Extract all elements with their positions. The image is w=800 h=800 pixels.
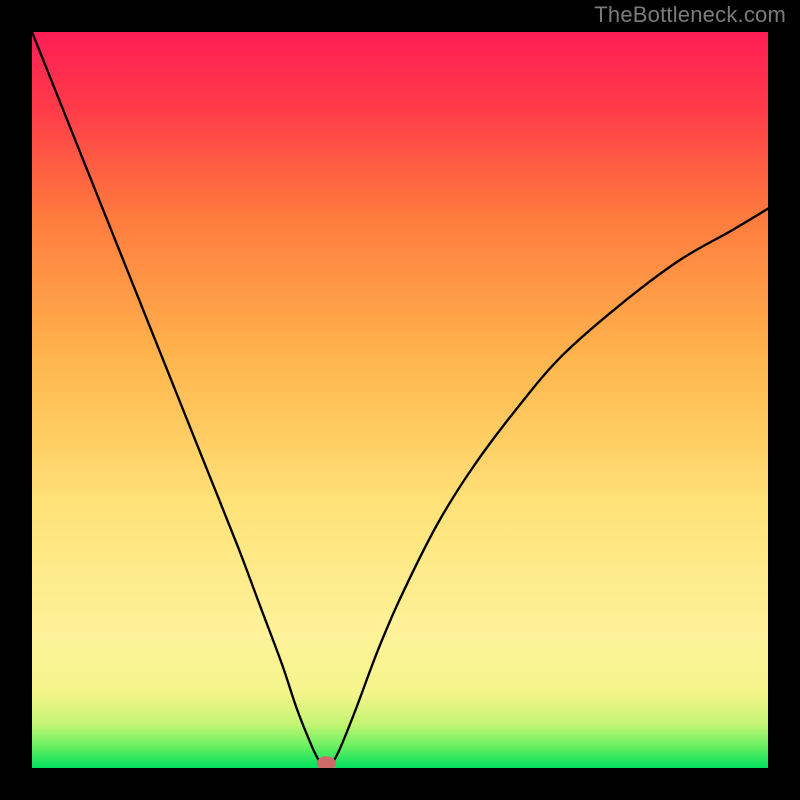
watermark-text: TheBottleneck.com	[594, 2, 786, 28]
chart-background	[32, 32, 768, 768]
chart-frame: TheBottleneck.com	[0, 0, 800, 800]
bottleneck-chart	[32, 32, 768, 768]
